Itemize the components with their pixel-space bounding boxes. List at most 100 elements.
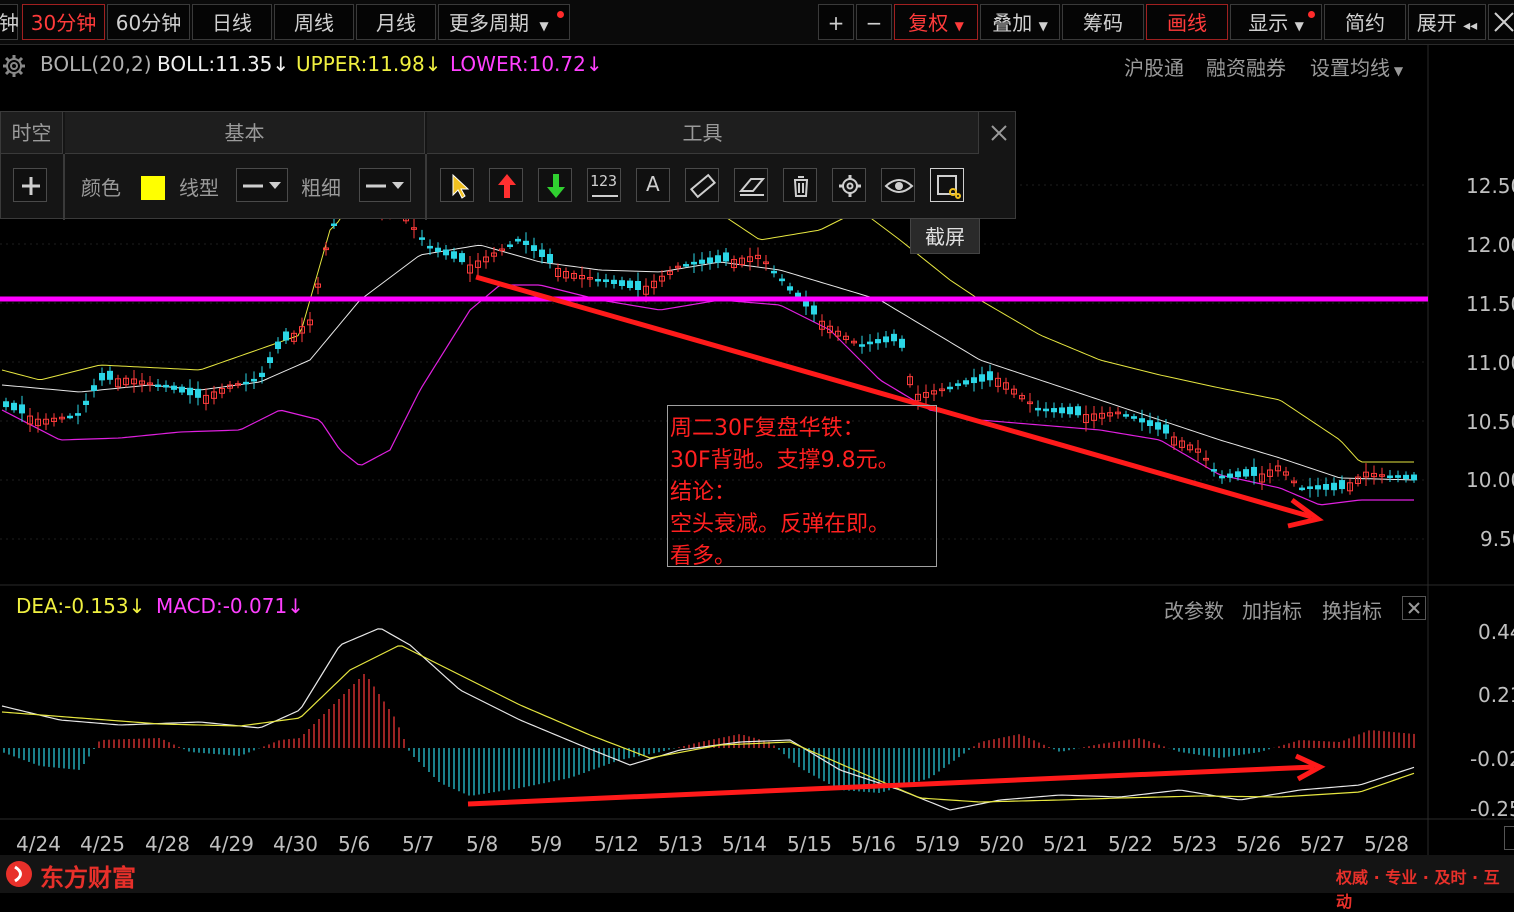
number-icon[interactable]: 123 xyxy=(587,168,621,202)
divider xyxy=(63,154,65,220)
candle-body xyxy=(1219,475,1225,479)
candle-body xyxy=(171,385,177,390)
candle-body xyxy=(11,402,17,411)
line-type-select[interactable] xyxy=(236,168,288,202)
line-type-label: 线型 xyxy=(179,176,219,200)
date-tick: 5/6 xyxy=(338,832,371,856)
bottom-bar: 东方财富 权威 · 专业 · 及时 · 互动 xyxy=(0,855,1514,911)
tab-shikong[interactable]: 时空 xyxy=(1,112,63,154)
eraser-icon[interactable] xyxy=(734,168,768,202)
tab-basic[interactable]: 基本 xyxy=(65,112,425,154)
tab-60min[interactable]: 60分钟 xyxy=(107,4,190,40)
huaxian-button[interactable]: 画线 xyxy=(1146,4,1228,40)
annotation-note[interactable]: 周二30F复盘华铁： 30F背驰。支撑9.8元。 结论： 空头衰减。反弹在即。 … xyxy=(667,405,937,569)
date-tick: 5/28 xyxy=(1364,832,1409,856)
candle-body xyxy=(1147,420,1153,427)
candle-body xyxy=(1411,474,1417,481)
date-tick: 4/30 xyxy=(273,832,318,856)
expand-icon[interactable] xyxy=(1488,4,1514,40)
candle-body xyxy=(187,387,193,396)
close-icon[interactable] xyxy=(1402,596,1426,620)
candle-body xyxy=(971,377,977,384)
tab-tools[interactable]: 工具 xyxy=(427,112,979,154)
close-icon[interactable] xyxy=(981,112,1017,154)
switch-indicator-link[interactable]: 换指标 xyxy=(1322,595,1382,624)
date-tick: 5/23 xyxy=(1172,832,1217,856)
tab-weekly[interactable]: 周线 xyxy=(274,4,354,40)
candle-body xyxy=(1067,406,1073,415)
settings-icon[interactable] xyxy=(832,168,866,202)
xianshi-button[interactable]: 显示 ▼ xyxy=(1230,4,1322,40)
candle-body xyxy=(779,278,785,282)
date-tick: 5/22 xyxy=(1108,832,1153,856)
zoom-out-button[interactable]: − xyxy=(856,4,892,40)
date-tick: 5/20 xyxy=(979,832,1024,856)
color-swatch[interactable] xyxy=(141,176,165,200)
zhankai-label: 展开 xyxy=(1416,11,1457,35)
arrow-down-icon[interactable] xyxy=(538,168,572,202)
candle-body xyxy=(1315,485,1321,490)
edit-params-link[interactable]: 改参数 xyxy=(1164,595,1224,624)
candle-body xyxy=(1163,424,1169,434)
add-indicator-link[interactable]: 加指标 xyxy=(1242,595,1302,624)
tab-more-periods[interactable]: 更多周期 ▼ xyxy=(438,4,570,40)
zoom-in-button[interactable]: + xyxy=(818,4,854,40)
candle-body xyxy=(787,286,793,291)
candle-body xyxy=(627,280,633,289)
zhankai-button[interactable]: 展开 ◂◂ xyxy=(1408,4,1486,40)
fuquan-button[interactable]: 复权 ▼ xyxy=(894,4,978,40)
link-hugutong[interactable]: 沪股通 xyxy=(1124,52,1184,81)
text-icon[interactable]: A xyxy=(636,168,670,202)
scroll-right-button[interactable] xyxy=(1504,826,1514,850)
link-set-ma[interactable]: 设置均线 ▼ xyxy=(1310,52,1403,81)
note-line: 空头衰减。反弹在即。 xyxy=(670,512,891,537)
candle-body xyxy=(635,281,641,290)
price-tick: 10.50 xyxy=(1466,410,1514,434)
jianyue-button[interactable]: 简约 xyxy=(1324,4,1406,40)
link-rongzi[interactable]: 融资融券 xyxy=(1206,52,1286,81)
candle-body xyxy=(435,247,441,252)
candle-body xyxy=(243,381,249,385)
note-line: 看多。 xyxy=(670,544,737,569)
candle-body xyxy=(1251,466,1257,476)
eye-icon[interactable] xyxy=(881,168,915,202)
macd-tick: -0.25 xyxy=(1470,797,1514,821)
cursor-icon[interactable] xyxy=(440,168,474,202)
candle-body xyxy=(1211,469,1217,472)
macd-dif-line xyxy=(1,628,1415,811)
macd-value: MACD:-0.071↓ xyxy=(156,594,304,618)
candle-body xyxy=(259,372,265,377)
candle-body xyxy=(715,255,721,263)
tab-daily[interactable]: 日线 xyxy=(192,4,272,40)
tab-period-partial[interactable]: 钟 xyxy=(0,4,19,40)
candle-body xyxy=(875,339,881,344)
candle-body xyxy=(1075,406,1081,416)
thickness-select[interactable] xyxy=(359,168,411,202)
candle-body xyxy=(619,280,625,286)
gear-icon[interactable] xyxy=(2,54,26,78)
candle-body xyxy=(859,344,865,347)
arrow-up-icon[interactable] xyxy=(489,168,523,202)
down-arrow-icon: ↓ xyxy=(128,594,146,618)
candle-body xyxy=(699,259,705,264)
ruler-icon[interactable] xyxy=(685,168,719,202)
diejia-label: 叠加 xyxy=(992,11,1033,35)
candle-body xyxy=(83,400,89,405)
tab-30min[interactable]: 30分钟 xyxy=(22,4,105,40)
diejia-button[interactable]: 叠加 ▼ xyxy=(980,4,1060,40)
candle-body xyxy=(179,386,185,393)
candle-body xyxy=(163,384,169,388)
trash-icon[interactable] xyxy=(783,168,817,202)
candle-body xyxy=(987,371,993,381)
tab-monthly[interactable]: 月线 xyxy=(356,4,436,40)
candle-body xyxy=(707,257,713,264)
down-arrow-icon: ↓ xyxy=(585,52,603,76)
candle-body xyxy=(459,253,465,263)
candle-body xyxy=(75,413,81,416)
add-icon[interactable] xyxy=(13,168,47,202)
candle-body xyxy=(3,401,9,408)
candle-body xyxy=(1035,407,1041,411)
chouma-button[interactable]: 筹码 xyxy=(1062,4,1144,40)
screenshot-icon[interactable] xyxy=(930,168,964,202)
candle-body xyxy=(1043,408,1049,412)
